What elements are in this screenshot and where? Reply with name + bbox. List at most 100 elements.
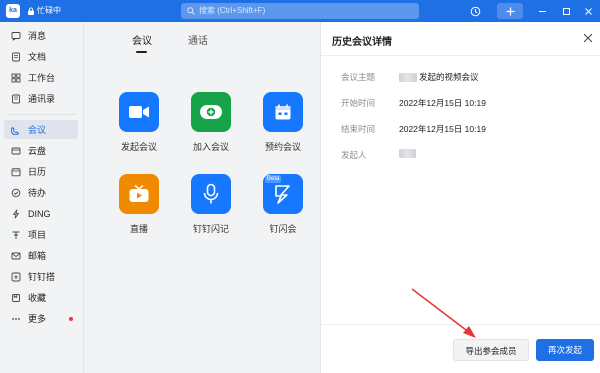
calendar-icon (11, 167, 21, 176)
restart-meeting-button[interactable]: 再次发起 (536, 339, 594, 361)
maximize-icon (562, 7, 570, 15)
notification-dot (69, 317, 73, 321)
live-app[interactable]: 直播 (111, 174, 167, 235)
live-tv-icon (129, 184, 149, 202)
sidebar: 消息 文档 工作台 通讯录 会议 云盘 日历 待办 DING 项目 邮箱 钉钉搭… (0, 22, 84, 373)
detail-value: 2022年12月15日 10:19 (399, 124, 486, 134)
status-indicator[interactable]: 忙碌中 (27, 4, 61, 18)
app-label: 加入会议 (192, 142, 229, 152)
redacted-name (399, 72, 417, 82)
sidebar-item-label: 云盘 (28, 146, 47, 156)
detail-value (399, 149, 418, 158)
sidebar-item-label: 项目 (28, 230, 47, 240)
sidebar-item-more[interactable]: 更多 (4, 309, 78, 328)
start-meeting-app[interactable]: 发起会议 (111, 92, 167, 153)
app-label: 直播 (129, 224, 148, 234)
tab-meeting[interactable]: 会议 (132, 32, 152, 47)
join-meeting-app[interactable]: 加入会议 (183, 92, 239, 153)
detail-key: 发起人 (341, 150, 367, 160)
sidebar-item-project[interactable]: 项目 (4, 225, 78, 244)
more-icon (12, 317, 20, 320)
panel-footer-divider (321, 324, 600, 325)
sidebar-item-calendar[interactable]: 日历 (4, 162, 78, 181)
minimize-icon (538, 10, 546, 12)
app-label: 发起会议 (120, 142, 157, 152)
message-icon (11, 31, 21, 41)
start-meeting-tile (119, 92, 159, 132)
join-meeting-icon (200, 105, 222, 119)
sidebar-divider (8, 114, 76, 115)
sidebar-item-label: 文档 (28, 52, 47, 62)
sidebar-item-cloud-drive[interactable]: 云盘 (4, 141, 78, 160)
meeting-detail-panel: 历史会议详情 会议主题 发起的视频会议 开始时间 2022年12月15日 10:… (320, 22, 600, 373)
app-label: 钉钉闪记 (192, 224, 229, 234)
sidebar-item-contacts[interactable]: 通讯录 (4, 89, 78, 108)
ding-icon (12, 209, 20, 218)
detail-value: 2022年12月15日 10:19 (399, 98, 486, 108)
video-camera-icon (129, 106, 149, 118)
schedule-meeting-tile (263, 92, 303, 132)
sidebar-item-mail[interactable]: 邮箱 (4, 246, 78, 265)
sidebar-item-label: 收藏 (28, 293, 47, 303)
busy-lock-icon (28, 7, 34, 15)
detail-value: 发起的视频会议 (399, 71, 479, 83)
sidebar-item-label: 邮箱 (28, 251, 47, 261)
mail-icon (11, 252, 21, 259)
flash-note-tile (191, 174, 231, 214)
beta-badge: Beta (265, 175, 282, 183)
sidebar-item-dingda[interactable]: 钉钉搭 (4, 267, 78, 286)
panel-header-divider (321, 55, 600, 56)
redacted-initiator (399, 149, 416, 158)
meeting-icon (11, 126, 20, 135)
sidebar-item-label: 消息 (28, 31, 47, 41)
project-icon (12, 231, 20, 239)
tab-call[interactable]: 通话 (188, 32, 208, 47)
sidebar-item-label: 日历 (28, 167, 47, 177)
export-participants-button[interactable]: 导出参会成员 (453, 339, 529, 361)
flash-icon (275, 185, 290, 204)
close-window-icon (584, 7, 592, 15)
favorite-icon (12, 293, 20, 302)
sidebar-item-label: 钉钉搭 (28, 272, 56, 282)
sidebar-item-document[interactable]: 文档 (4, 47, 78, 66)
flash-note-app[interactable]: 钉钉闪记 (183, 174, 239, 235)
history-icon[interactable] (467, 3, 483, 19)
panel-title: 历史会议详情 (332, 37, 392, 48)
add-button[interactable] (497, 3, 523, 19)
title-bar: ka 忙碌中 搜索 (Ctrl+Shift+F) (0, 0, 600, 22)
sidebar-item-label: 通讯录 (28, 94, 56, 104)
cloud-drive-icon (11, 147, 21, 154)
sidebar-item-ding[interactable]: DING (4, 204, 78, 223)
minimize-button[interactable] (534, 3, 550, 19)
sidebar-item-label: 待办 (28, 188, 47, 198)
status-text: 忙碌中 (37, 6, 61, 15)
microphone-icon (203, 183, 219, 204)
detail-key: 开始时间 (341, 98, 376, 108)
sidebar-item-label: 更多 (28, 314, 47, 324)
flash-meeting-tile: Beta (263, 174, 303, 214)
contacts-icon (12, 94, 20, 103)
search-icon (187, 7, 195, 15)
search-input[interactable]: 搜索 (Ctrl+Shift+F) (181, 3, 419, 19)
avatar[interactable]: ka (6, 4, 20, 18)
sidebar-item-workbench[interactable]: 工作台 (4, 68, 78, 87)
topic-text: 发起的视频会议 (419, 72, 479, 82)
app-label: 预约会议 (264, 142, 301, 152)
schedule-calendar-icon (275, 104, 291, 120)
join-meeting-tile (191, 92, 231, 132)
sidebar-item-favorite[interactable]: 收藏 (4, 288, 78, 307)
schedule-meeting-app[interactable]: 预约会议 (255, 92, 311, 153)
sidebar-item-label: DING (28, 208, 51, 219)
document-icon (12, 52, 20, 61)
close-window-button[interactable] (580, 3, 596, 19)
maximize-button[interactable] (558, 3, 574, 19)
sidebar-item-todo[interactable]: 待办 (4, 183, 78, 202)
sidebar-item-label: 会议 (28, 125, 47, 135)
live-tile (119, 174, 159, 214)
close-icon[interactable] (583, 33, 593, 43)
flash-meeting-app[interactable]: Beta 钉闪会 (255, 174, 311, 235)
detail-key: 会议主题 (341, 72, 376, 82)
sidebar-item-message[interactable]: 消息 (4, 26, 78, 45)
sidebar-item-meeting[interactable]: 会议 (4, 120, 78, 139)
sidebar-item-label: 工作台 (28, 73, 56, 83)
